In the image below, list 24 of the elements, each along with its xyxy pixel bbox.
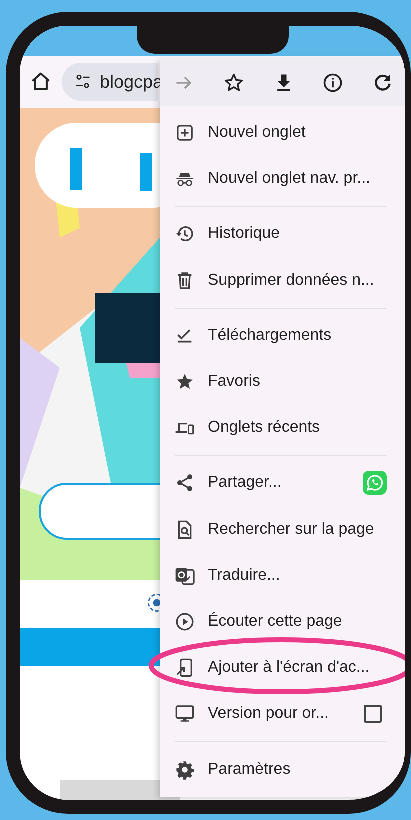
menu-item[interactable]: Paramètres [208,760,387,779]
menu-item[interactable]: Historique [208,225,387,244]
checkbox[interactable] [364,705,382,724]
menu-item[interactable]: Partager... [208,474,363,492]
menu-item[interactable]: Favoris [208,373,387,392]
menu-item[interactable]: Téléchargements [208,326,387,345]
plus-square-icon [175,123,195,144]
share-icon [175,473,195,494]
add-to-home-icon [175,658,195,678]
menu-item[interactable]: Onglets récents [208,419,387,438]
tune-icon[interactable] [74,73,92,91]
menu-item[interactable]: Supprimer données n... [208,272,387,290]
translate-icon [175,566,195,586]
menu-item[interactable]: Traduire... [208,566,387,585]
home-icon[interactable] [30,71,52,93]
menu-item[interactable]: Nouvel onglet nav. pr... [208,170,387,188]
menu-item[interactable]: Rechercher sur la page [208,520,387,539]
history-icon [175,224,195,244]
menu-item[interactable]: Nouvel onglet [208,124,387,142]
menu-item[interactable]: Écouter cette page [208,612,387,631]
menu-item[interactable]: Version pour or... [208,705,364,724]
play-circle-icon [175,612,195,632]
monitor-icon [175,704,195,724]
settings-icon [175,760,195,780]
